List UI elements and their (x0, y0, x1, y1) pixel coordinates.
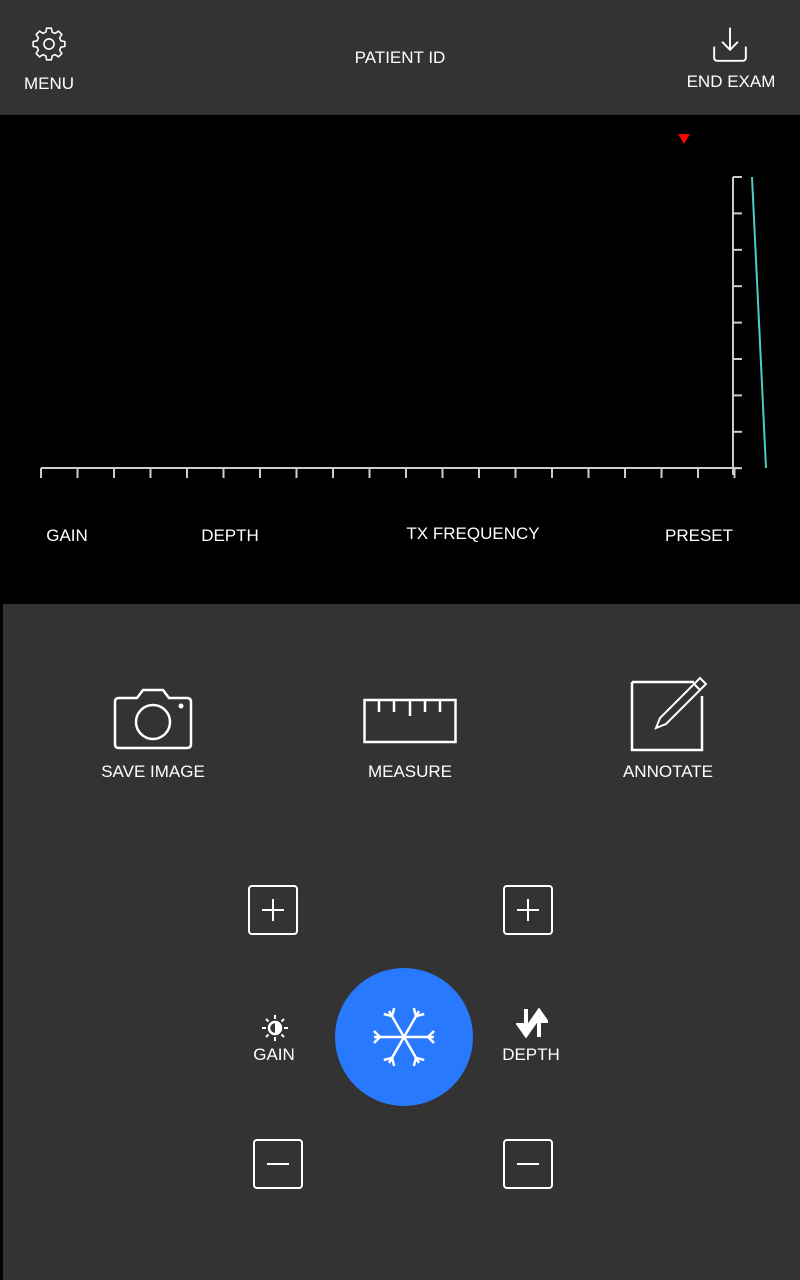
preset-label[interactable]: PRESET (650, 526, 748, 546)
end-exam-label: END EXAM (686, 72, 776, 91)
ruler-icon (363, 698, 457, 744)
trace-line (751, 176, 767, 469)
depth-decrease-button[interactable] (503, 1139, 553, 1189)
measure-label: MEASURE (367, 762, 453, 781)
end-exam-button[interactable]: END EXAM (680, 24, 782, 94)
plus-icon (517, 899, 539, 921)
gain-control: GAIN (244, 1012, 304, 1068)
gain-decrease-button[interactable] (253, 1139, 303, 1189)
depth-increase-button[interactable] (503, 885, 553, 935)
tx-frequency-label[interactable]: TX FREQUENCY (393, 524, 553, 544)
minus-icon (267, 1163, 289, 1165)
vertical-ticks (733, 176, 742, 470)
measure-button[interactable]: MEASURE (350, 682, 470, 782)
camera-icon (113, 688, 193, 750)
horizontal-ticks (40, 468, 736, 478)
save-image-button[interactable]: SAVE IMAGE (93, 682, 213, 782)
plus-icon (262, 899, 284, 921)
minus-icon (517, 1163, 539, 1165)
ultrasound-image-area[interactable]: GAIN DEPTH TX FREQUENCY PRESET (0, 115, 800, 604)
brightness-icon (262, 1015, 288, 1041)
pencil-icon (630, 676, 708, 752)
focus-marker-icon (678, 134, 690, 144)
depth-control: DEPTH (496, 1006, 566, 1068)
annotate-button[interactable]: ANNOTATE (608, 674, 728, 782)
depth-label: DEPTH (502, 1045, 560, 1064)
save-image-label: SAVE IMAGE (101, 762, 205, 781)
gain-increase-button[interactable] (248, 885, 298, 935)
snowflake-icon (373, 1007, 435, 1067)
top-bar: MENU PATIENT ID END EXAM (0, 0, 800, 115)
gain-readout-label[interactable]: GAIN (30, 526, 104, 546)
download-icon (713, 27, 747, 62)
annotate-label: ANNOTATE (622, 762, 714, 781)
patient-id[interactable]: PATIENT ID (300, 48, 500, 68)
menu-label: MENU (23, 74, 75, 93)
gain-label: GAIN (253, 1045, 295, 1064)
menu-button[interactable]: MENU (14, 22, 84, 97)
depth-readout-label[interactable]: DEPTH (180, 526, 280, 546)
depth-arrows-icon (516, 1008, 548, 1038)
gear-icon (32, 27, 66, 61)
freeze-button[interactable] (335, 968, 473, 1106)
